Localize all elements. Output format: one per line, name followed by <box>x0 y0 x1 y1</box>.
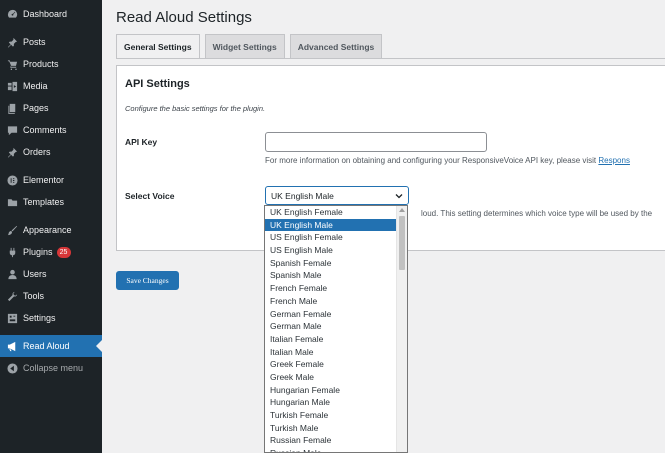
brush-icon <box>6 224 18 236</box>
voice-options: UK English Female UK English Male US Engli… <box>265 206 397 452</box>
sidebar-item-comments[interactable]: Comments <box>0 119 102 141</box>
voice-help-text: loud. This setting determines which voic… <box>421 209 653 218</box>
voice-option[interactable]: Russian Female <box>265 434 397 447</box>
sidebar-item-label: Elementor <box>23 175 65 185</box>
sidebar-item-orders[interactable]: Orders <box>0 141 102 163</box>
select-voice-label: Select Voice <box>125 191 175 201</box>
sidebar-item-plugins[interactable]: Plugins 25 <box>0 241 102 263</box>
voice-option[interactable]: Greek Female <box>265 358 397 371</box>
pages-icon <box>6 102 18 114</box>
scrollbar-thumb[interactable] <box>399 216 405 270</box>
pin-icon <box>6 146 18 158</box>
voice-option[interactable]: German Female <box>265 308 397 321</box>
pin-icon <box>6 36 18 48</box>
voice-option[interactable]: UK English Female <box>265 206 397 219</box>
voice-option[interactable]: UK English Male <box>265 218 397 232</box>
settings-icon <box>6 312 18 324</box>
elementor-icon <box>6 174 18 186</box>
dropdown-scrollbar[interactable] <box>396 206 407 452</box>
voice-option[interactable]: Italian Female <box>265 333 397 346</box>
voice-option[interactable]: Hungarian Female <box>265 384 397 397</box>
sidebar-item-label: Collapse menu <box>23 363 84 373</box>
sidebar-item-label: Appearance <box>23 225 72 235</box>
voice-option[interactable]: US English Female <box>265 231 397 244</box>
sidebar-item-label: Templates <box>23 197 65 207</box>
sidebar-item-posts[interactable]: Posts <box>0 31 102 53</box>
folder-icon <box>6 196 18 208</box>
sidebar-item-media[interactable]: Media <box>0 75 102 97</box>
voice-option[interactable]: Turkish Male <box>265 422 397 435</box>
voice-option[interactable]: Hungarian Male <box>265 396 397 409</box>
sidebar-item-read-aloud[interactable]: Read Aloud <box>0 335 102 357</box>
voice-dropdown-list: UK English Female UK English Male US Engli… <box>264 205 408 453</box>
update-count-badge: 25 <box>56 246 71 258</box>
api-key-help-label: For more information on obtaining and co… <box>265 156 599 165</box>
api-settings-description: Configure the basic settings for the plu… <box>125 104 266 113</box>
megaphone-icon <box>6 340 18 352</box>
sidebar-item-label: Pages <box>23 103 49 113</box>
save-changes-button[interactable]: Save Changes <box>116 271 179 290</box>
sidebar-item-label: Comments <box>23 125 67 135</box>
sidebar-item-appearance[interactable]: Appearance <box>0 219 102 241</box>
tab-divider <box>116 58 665 59</box>
sidebar-item-label: Products <box>23 59 59 69</box>
api-key-input[interactable] <box>265 132 487 152</box>
voice-option[interactable]: French Female <box>265 282 397 295</box>
voice-option[interactable]: Greek Male <box>265 371 397 384</box>
admin-sidebar: Dashboard Posts Products Media Pages Com… <box>0 0 102 453</box>
voice-select[interactable]: UK English Male <box>265 186 409 205</box>
sidebar-item-label: Dashboard <box>23 9 68 19</box>
sidebar-item-pages[interactable]: Pages <box>0 97 102 119</box>
sidebar-item-dashboard[interactable]: Dashboard <box>0 3 102 25</box>
comment-icon <box>6 124 18 136</box>
sidebar-item-label: Orders <box>23 147 51 157</box>
chevron-down-icon <box>395 194 403 199</box>
wrench-icon <box>6 290 18 302</box>
voice-option[interactable]: Spanish Male <box>265 269 397 282</box>
voice-option[interactable]: Italian Male <box>265 346 397 359</box>
cart-icon <box>6 58 18 70</box>
sidebar-item-settings[interactable]: Settings <box>0 307 102 329</box>
sidebar-item-label: Tools <box>23 291 45 301</box>
user-icon <box>6 268 18 280</box>
media-icon <box>6 80 18 92</box>
collapse-icon <box>6 362 18 374</box>
responsivevoice-link[interactable]: Respons <box>598 156 630 165</box>
voice-select-value: UK English Male <box>271 190 334 201</box>
sidebar-item-products[interactable]: Products <box>0 53 102 75</box>
sidebar-item-label: Settings <box>23 313 56 323</box>
scroll-up-arrow-icon[interactable] <box>399 208 405 212</box>
voice-option[interactable]: Spanish Female <box>265 257 397 270</box>
voice-option[interactable]: US English Male <box>265 244 397 257</box>
tab-widget-settings[interactable]: Widget Settings <box>204 34 285 58</box>
tab-general-settings[interactable]: General Settings <box>116 34 200 58</box>
sidebar-item-label: Users <box>23 269 47 279</box>
voice-option[interactable]: Russian Male <box>265 447 397 452</box>
sidebar-item-users[interactable]: Users <box>0 263 102 285</box>
voice-option[interactable]: German Male <box>265 320 397 333</box>
tab-advanced-settings[interactable]: Advanced Settings <box>289 34 383 58</box>
dashboard-icon <box>6 8 18 20</box>
sidebar-item-label: Posts <box>23 37 46 47</box>
voice-option[interactable]: French Male <box>265 295 397 308</box>
sidebar-item-elementor[interactable]: Elementor <box>0 169 102 191</box>
sidebar-item-label: Plugins <box>23 247 53 257</box>
sidebar-item-label: Read Aloud <box>23 341 70 351</box>
settings-tabs: General Settings Widget Settings Advance… <box>116 34 387 58</box>
sidebar-item-tools[interactable]: Tools <box>0 285 102 307</box>
sidebar-item-templates[interactable]: Templates <box>0 191 102 213</box>
api-key-help-text: For more information on obtaining and co… <box>265 156 630 165</box>
plug-icon <box>6 246 18 258</box>
voice-option[interactable]: Turkish Female <box>265 409 397 422</box>
collapse-menu-button[interactable]: Collapse menu <box>0 357 102 379</box>
page-title: Read Aloud Settings <box>116 9 252 26</box>
api-settings-heading: API Settings <box>125 78 190 90</box>
sidebar-item-label: Media <box>23 81 48 91</box>
api-key-label: API Key <box>125 137 158 147</box>
